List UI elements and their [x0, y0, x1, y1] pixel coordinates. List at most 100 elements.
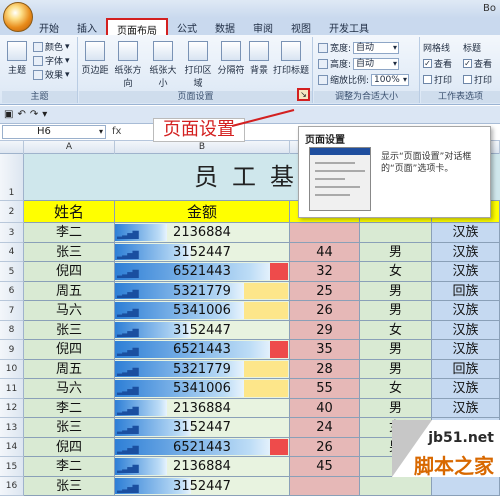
name-cell[interactable]: 马六 [24, 301, 115, 321]
gender-cell[interactable]: 女 [360, 321, 432, 340]
age-cell[interactable]: 28 [290, 360, 360, 379]
ethnicity-cell[interactable]: 汉族 [432, 379, 500, 399]
column-header-b[interactable]: B [115, 141, 290, 154]
amount-cell[interactable]: ▂▃▅▇ 6521443 [115, 262, 290, 282]
customize-icon[interactable]: ▾ [42, 109, 47, 120]
size-button[interactable]: 纸张大小 [146, 41, 180, 89]
tab-insert[interactable]: 插入 [68, 18, 106, 35]
amount-cell[interactable]: ▂▃▅▇ 3152447 [115, 243, 290, 262]
headings-view-checkbox[interactable]: ✓ 查看 [463, 57, 492, 70]
fx-icon[interactable]: fx [112, 126, 121, 137]
gender-cell[interactable]: 女 [360, 379, 432, 399]
gender-cell[interactable]: 男 [360, 301, 432, 321]
ethnicity-cell[interactable]: 汉族 [432, 321, 500, 340]
age-cell[interactable]: 35 [290, 340, 360, 360]
margins-button[interactable]: 页边距 [80, 41, 110, 76]
gender-cell[interactable]: 男 [360, 243, 432, 262]
amount-cell[interactable]: ▂▃▅▇ 3152447 [115, 418, 290, 438]
ethnicity-cell[interactable]: 汉族 [432, 340, 500, 360]
tab-data[interactable]: 数据 [206, 18, 244, 35]
age-cell[interactable]: 29 [290, 321, 360, 340]
amount-cell[interactable]: ▂▃▅▇ 5341006 [115, 379, 290, 399]
row-header[interactable]: 9 [0, 340, 24, 360]
age-cell[interactable]: 40 [290, 399, 360, 418]
row-header[interactable]: 3 [0, 223, 24, 243]
tab-formulas[interactable]: 公式 [168, 18, 206, 35]
name-cell[interactable]: 李二 [24, 399, 115, 418]
save-icon[interactable]: ▣ [4, 109, 13, 120]
colors-button[interactable]: 颜色 ▾ [33, 40, 70, 53]
name-cell[interactable]: 周五 [24, 360, 115, 379]
row-header[interactable]: 10 [0, 360, 24, 379]
orientation-button[interactable]: 纸张方向 [111, 41, 145, 89]
tab-developer[interactable]: 开发工具 [320, 18, 378, 35]
print-area-button[interactable]: 打印区域 [181, 41, 215, 89]
name-cell[interactable]: 马六 [24, 379, 115, 399]
width-select[interactable]: 自动 [353, 41, 400, 54]
amount-cell[interactable]: ▂▃▅▇ 5321779 [115, 282, 290, 301]
ethnicity-cell[interactable]: 汉族 [432, 399, 500, 418]
gender-cell[interactable] [360, 223, 432, 243]
fonts-button[interactable]: 字体 ▾ [33, 54, 70, 67]
gender-cell[interactable] [360, 477, 432, 496]
name-cell[interactable]: 张三 [24, 321, 115, 340]
undo-icon[interactable]: ↶ [17, 109, 25, 120]
row-header[interactable]: 4 [0, 243, 24, 262]
amount-cell[interactable]: ▂▃▅▇ 5321779 [115, 360, 290, 379]
name-cell[interactable]: 周五 [24, 282, 115, 301]
row-header[interactable]: 5 [0, 262, 24, 282]
row-header[interactable]: 11 [0, 379, 24, 399]
ethnicity-cell[interactable]: 汉族 [432, 301, 500, 321]
theme-button[interactable]: 主题 [4, 41, 30, 76]
name-cell[interactable]: 张三 [24, 243, 115, 262]
name-cell[interactable]: 李二 [24, 223, 115, 243]
age-cell[interactable]: 44 [290, 243, 360, 262]
name-box[interactable]: H6 [2, 125, 106, 139]
gender-cell[interactable]: 男 [360, 399, 432, 418]
tab-page-layout[interactable]: 页面布局 [106, 18, 168, 37]
ethnicity-cell[interactable] [432, 477, 500, 496]
age-cell[interactable]: 32 [290, 262, 360, 282]
row-header[interactable]: 7 [0, 301, 24, 321]
age-cell[interactable]: 24 [290, 418, 360, 438]
tab-home[interactable]: 开始 [30, 18, 68, 35]
breaks-button[interactable]: 分隔符 [216, 41, 246, 76]
name-cell[interactable]: 李二 [24, 457, 115, 477]
ethnicity-cell[interactable]: 汉族 [432, 262, 500, 282]
amount-cell[interactable]: ▂▃▅▇ 2136884 [115, 399, 290, 418]
row-header[interactable]: 12 [0, 399, 24, 418]
tab-review[interactable]: 审阅 [244, 18, 282, 35]
row-header[interactable]: 16 [0, 477, 24, 496]
amount-cell[interactable]: ▂▃▅▇ 5341006 [115, 301, 290, 321]
name-cell[interactable]: 张三 [24, 477, 115, 496]
ethnicity-cell[interactable]: 汉族 [432, 243, 500, 262]
row-header-2[interactable]: 2 [0, 201, 24, 223]
age-cell[interactable]: 26 [290, 301, 360, 321]
amount-cell[interactable]: ▂▃▅▇ 2136884 [115, 223, 290, 243]
scale-input[interactable]: 100% [371, 73, 410, 86]
row-header[interactable]: 6 [0, 282, 24, 301]
name-cell[interactable]: 倪四 [24, 262, 115, 282]
gender-cell[interactable]: 男 [360, 340, 432, 360]
name-cell[interactable]: 张三 [24, 418, 115, 438]
row-header[interactable]: 13 [0, 418, 24, 438]
column-header-a[interactable]: A [24, 141, 115, 154]
header-name[interactable]: 姓名 [24, 201, 115, 223]
row-header[interactable]: 8 [0, 321, 24, 340]
row-header-1[interactable]: 1 [0, 154, 24, 201]
amount-cell[interactable]: ▂▃▅▇ 3152447 [115, 321, 290, 340]
office-button[interactable] [3, 2, 33, 32]
select-all[interactable] [0, 141, 24, 154]
redo-icon[interactable]: ↷ [30, 109, 38, 120]
ethnicity-cell[interactable]: 汉族 [432, 223, 500, 243]
gender-cell[interactable]: 女 [360, 262, 432, 282]
amount-cell[interactable]: ▂▃▅▇ 3152447 [115, 477, 290, 496]
row-header[interactable]: 14 [0, 438, 24, 457]
background-button[interactable]: 背景 [247, 41, 271, 76]
print-titles-button[interactable]: 打印标题 [272, 41, 310, 76]
page-setup-dialog-launcher[interactable]: ↘ [297, 88, 310, 101]
effects-button[interactable]: 效果 ▾ [33, 68, 70, 81]
name-cell[interactable]: 倪四 [24, 340, 115, 360]
gridlines-print-checkbox[interactable]: 打印 [423, 73, 452, 86]
age-cell[interactable] [290, 477, 360, 496]
